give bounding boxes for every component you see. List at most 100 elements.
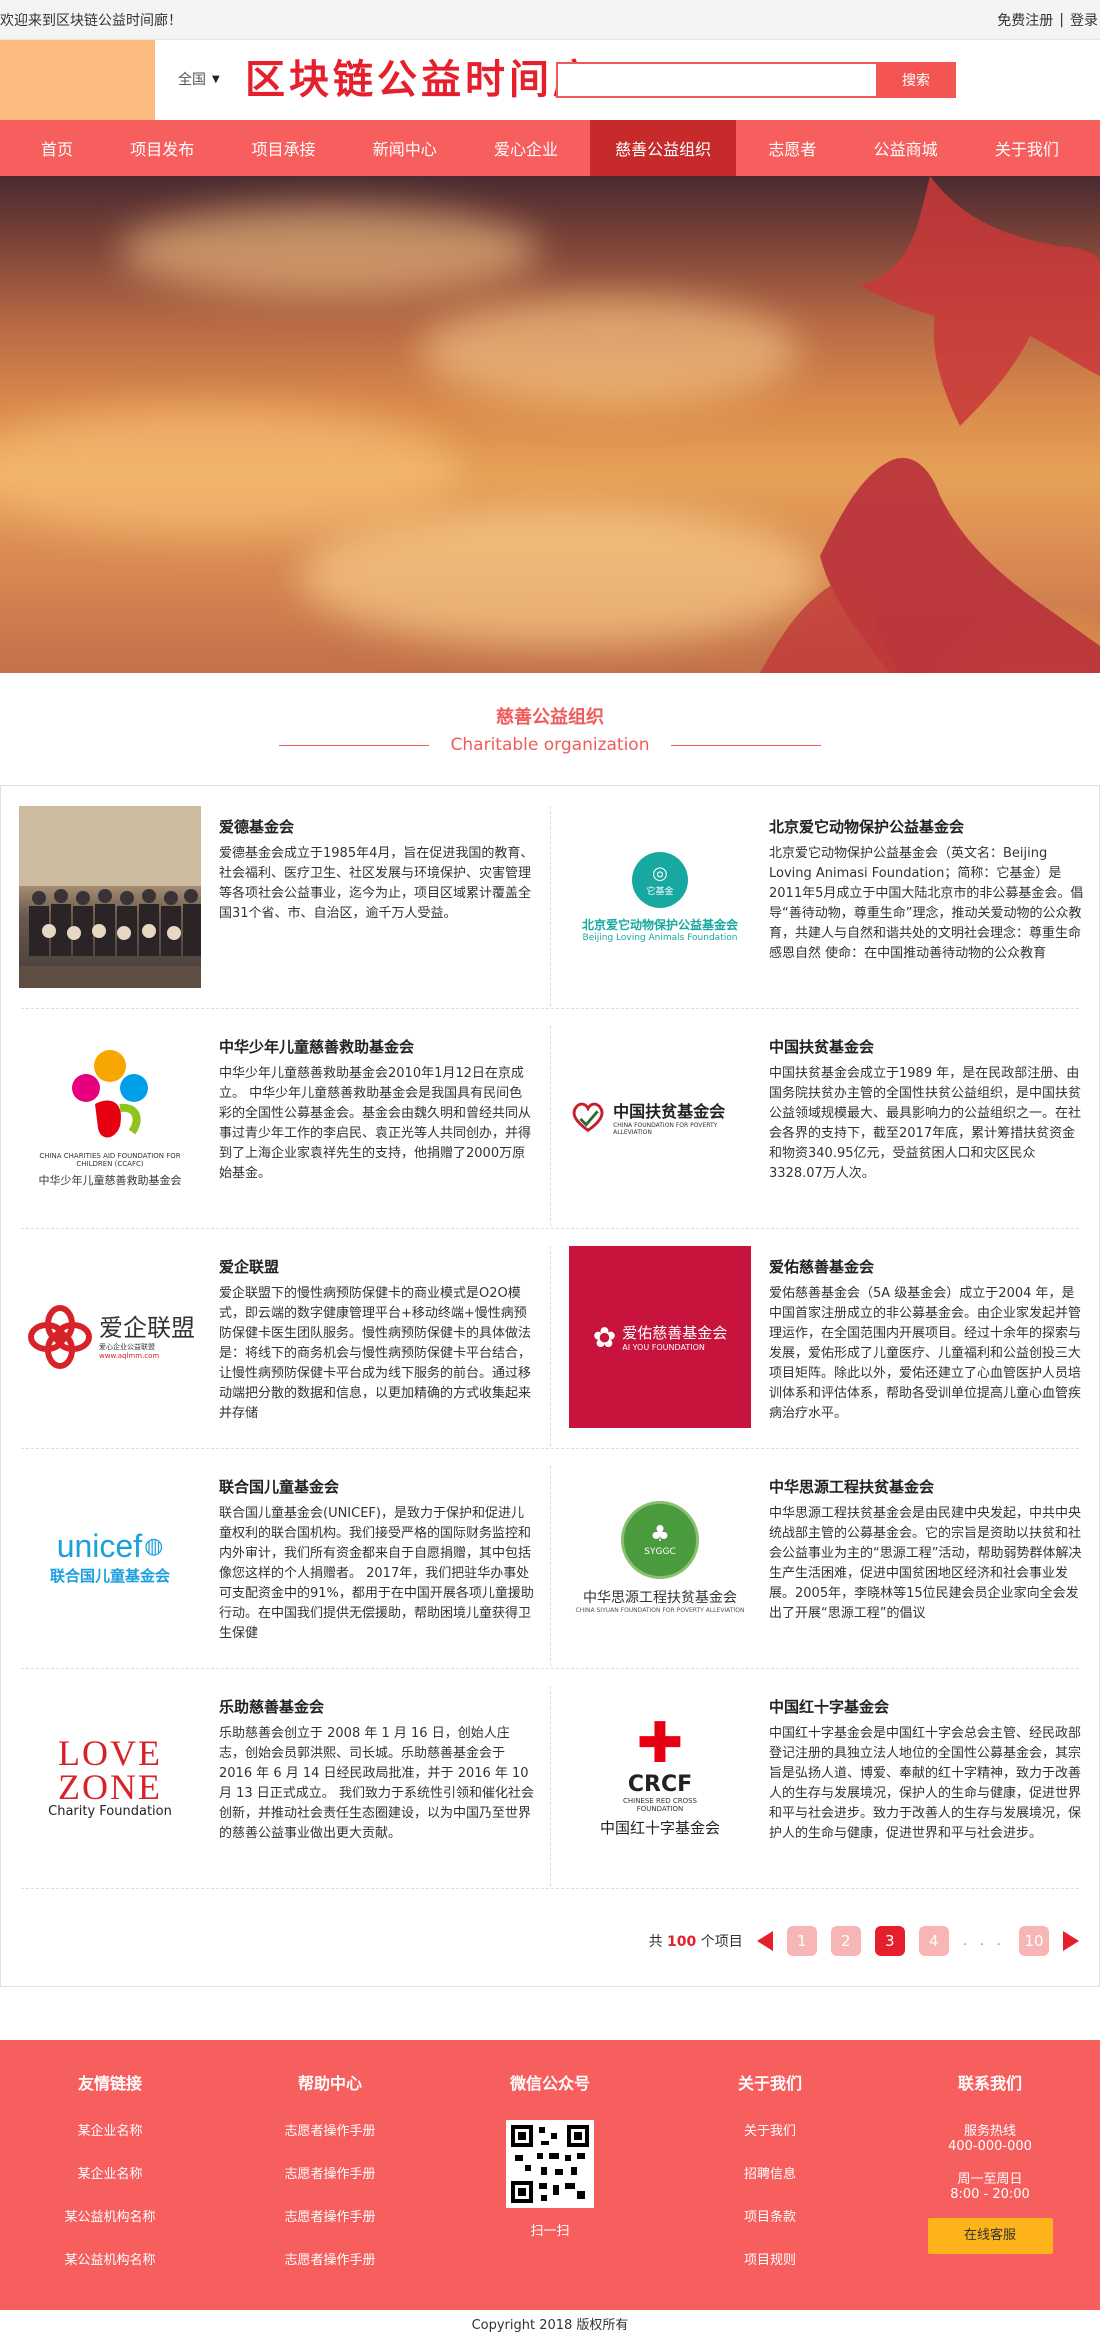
footer-col-title: 微信公众号 (509, 2074, 590, 2093)
nav-item-project-undertake[interactable]: 项目承接 (226, 120, 340, 176)
org-name[interactable]: 联合国儿童基金会 (219, 1476, 339, 1497)
nav-item-project-publish[interactable]: 项目发布 (105, 120, 219, 176)
scan-label: 扫一扫 (530, 2224, 570, 2239)
org-name[interactable]: 北京爱它动物保护公益基金会 (769, 816, 964, 837)
footer-link[interactable]: 关于我们 (670, 2120, 870, 2139)
logo-url: www.aqlmm.com (99, 1352, 160, 1360)
logo-placeholder[interactable] (0, 40, 155, 120)
org-desc: 爱德基金会成立于1985年4月，旨在促进我国的教育、社会福利、医疗卫生、社区发展… (219, 846, 534, 921)
org-card[interactable]: 中国扶贫基金会 CHINA FOUNDATION FOR POVERTY ALL… (569, 1006, 1099, 1206)
logo-text-cn: 中华思源工程扶贫基金会 (583, 1589, 737, 1606)
pagination: 共 100 个项目 1 2 3 4 . . . 10 (649, 1926, 1079, 1956)
org-photo (19, 806, 201, 988)
org-name[interactable]: 中华思源工程扶贫基金会 (769, 1476, 934, 1497)
flower-icon: ✿ (592, 1320, 617, 1354)
section-title-cn: 慈善公益组织 (496, 707, 604, 728)
org-list: 爱德基金会 爱德基金会成立于1985年4月，旨在促进我国的教育、社会福利、医疗卫… (0, 785, 1100, 1987)
online-service-button[interactable]: 在线客服 (927, 2218, 1053, 2254)
footer-link[interactable]: 招聘信息 (670, 2163, 870, 2182)
region-select[interactable]: 全国 ▼ (178, 69, 220, 89)
red-cross-icon: ✚ (636, 1711, 684, 1776)
footer-link[interactable]: 志愿者操作手册 (230, 2120, 430, 2139)
zone-wordmark: ZONE (58, 1766, 162, 1807)
org-card[interactable]: ✚ CRCF CHINESE RED CROSS FOUNDATION 中国红十… (569, 1666, 1099, 1866)
org-logo: ✚ CRCF CHINESE RED CROSS FOUNDATION 中国红十… (569, 1686, 751, 1868)
caret-down-icon: ▼ (212, 73, 220, 85)
account-links: 免费注册 | 登录 (997, 10, 1100, 30)
footer-contact: 联系我们 服务热线 400-000-000 周一至周日 8:00 - 20:00… (890, 2070, 1090, 2254)
page-button-current[interactable]: 3 (874, 1926, 905, 1956)
org-name[interactable]: 中国红十字基金会 (769, 1696, 889, 1717)
org-name[interactable]: 爱佑慈善基金会 (769, 1256, 874, 1277)
site-brand: 区块链公益时间廊 (245, 56, 597, 103)
footer-friend-links: 友情链接 某企业名称 某企业名称 某公益机构名称 某公益机构名称 (10, 2070, 210, 2292)
org-logo: ✿ 爱佑慈善基金会 AI YOU FOUNDATION (569, 1246, 751, 1428)
unicef-wordmark: unicef (56, 1528, 143, 1564)
org-name[interactable]: 乐助慈善基金会 (219, 1696, 324, 1717)
group-photo-image (19, 806, 201, 988)
logo-text-cn: 北京爱它动物保护公益基金会 (581, 917, 738, 932)
org-card[interactable]: unicef ◍ 联合国儿童基金会 联合国儿童基金会 联合国儿童基金会(UNIC… (19, 1446, 549, 1646)
footer-link[interactable]: 某公益机构名称 (10, 2206, 210, 2225)
search-input[interactable] (556, 62, 876, 98)
org-desc: 中华少年儿童慈善救助基金会2010年1月12日在京成立。 中华少年儿童慈善救助基… (219, 1066, 532, 1181)
footer-link[interactable]: 某企业名称 (10, 2163, 210, 2182)
page-button[interactable]: 1 (786, 1926, 817, 1956)
org-logo: 爱企联盟 爱心企业公益联盟 www.aqlmm.com (19, 1246, 201, 1428)
login-link[interactable]: 登录 (1070, 10, 1098, 30)
footer-link[interactable]: 志愿者操作手册 (230, 2206, 430, 2225)
org-name[interactable]: 中华少年儿童慈善救助基金会 (219, 1036, 414, 1057)
logo-text-en: Charity Foundation (48, 1803, 172, 1819)
nav-item-charities[interactable]: 慈善公益组织 (590, 120, 737, 176)
love-wordmark: LOVE (58, 1732, 162, 1773)
org-card[interactable]: LOVE ZONE Charity Foundation 乐助慈善基金会 乐助慈… (19, 1666, 549, 1866)
hotline-label: 服务热线 (963, 2124, 1016, 2139)
nav-item-home[interactable]: 首页 (16, 120, 98, 176)
org-logo: ◎ 它基金 北京爱它动物保护公益基金会 Beijing Loving Animal… (569, 806, 751, 988)
org-logo: unicef ◍ 联合国儿童基金会 (19, 1466, 201, 1648)
page-button[interactable]: 2 (830, 1926, 861, 1956)
org-card[interactable]: ◎ 它基金 北京爱它动物保护公益基金会 Beijing Loving Animal… (569, 786, 1099, 986)
register-link[interactable]: 免费注册 (997, 10, 1053, 30)
org-card[interactable]: ♣ SYGGC 中华思源工程扶贫基金会 CHINA SIYUAN FOUNDATI… (569, 1446, 1099, 1646)
nav-item-news[interactable]: 新闻中心 (348, 120, 462, 176)
logo-subtext: 爱心企业公益联盟 (99, 1343, 155, 1351)
org-name[interactable]: 爱企联盟 (219, 1256, 279, 1277)
nav-item-about[interactable]: 关于我们 (970, 120, 1084, 176)
org-name[interactable]: 爱德基金会 (219, 816, 294, 837)
nav-item-volunteers[interactable]: 志愿者 (743, 120, 841, 176)
footer-about: 关于我们 关于我们 招聘信息 项目条款 项目规则 (670, 2070, 870, 2292)
search-button[interactable]: 搜索 (876, 62, 956, 98)
org-logo: CHINA CHARITIES AID FOUNDATION FOR CHILD… (19, 1026, 201, 1208)
org-card[interactable]: ✿ 爱佑慈善基金会 AI YOU FOUNDATION 爱佑慈善基金会 爱佑慈善… (569, 1226, 1099, 1428)
divider-right (671, 744, 822, 746)
logo-text-cn: 联合国儿童基金会 (49, 1567, 170, 1585)
logo-text-cn: 爱企联盟 (99, 1314, 195, 1342)
org-card[interactable]: 爱企联盟 爱心企业公益联盟 www.aqlmm.com 爱企联盟 爱企联盟下的慢… (19, 1226, 549, 1426)
footer-link[interactable]: 某企业名称 (10, 2120, 210, 2139)
org-name[interactable]: 中国扶贫基金会 (769, 1036, 874, 1057)
poverty-foundation-heart-icon (572, 1102, 604, 1133)
org-card[interactable]: 爱德基金会 爱德基金会成立于1985年4月，旨在促进我国的教育、社会福利、医疗卫… (19, 786, 549, 988)
footer-link[interactable]: 某公益机构名称 (10, 2249, 210, 2268)
nav-item-mall[interactable]: 公益商城 (849, 120, 963, 176)
nav-item-caring-companies[interactable]: 爱心企业 (469, 120, 583, 176)
next-page-icon[interactable] (1063, 1931, 1079, 1951)
page-button[interactable]: 4 (918, 1926, 949, 1956)
hotline-number: 400-000-000 (948, 2139, 1032, 2154)
copyright: Copyright 2018 版权所有 (0, 2310, 1100, 2341)
footer-link[interactable]: 志愿者操作手册 (230, 2163, 430, 2182)
page-button[interactable]: 10 (1019, 1926, 1049, 1956)
footer-link[interactable]: 项目规则 (670, 2249, 870, 2268)
prev-page-icon[interactable] (756, 1931, 773, 1951)
org-desc: 爱企联盟下的慢性病预防保健卡的商业模式是O2O模式，即云端的数字健康管理平台+移… (219, 1286, 532, 1421)
footer-help-center: 帮助中心 志愿者操作手册 志愿者操作手册 志愿者操作手册 志愿者操作手册 (230, 2070, 430, 2292)
org-card[interactable]: CHINA CHARITIES AID FOUNDATION FOR CHILD… (19, 1006, 549, 1206)
hours-label: 周一至周日 (957, 2172, 1023, 2187)
org-logo: 中国扶贫基金会 CHINA FOUNDATION FOR POVERTY ALL… (569, 1026, 751, 1208)
logo-text-en: AI YOU FOUNDATION (622, 1343, 705, 1352)
org-desc: 乐助慈善会创立于 2008 年 1 月 16 日，创始人庄志，创始会员郭洪熙、司… (219, 1726, 534, 1841)
footer-link[interactable]: 志愿者操作手册 (230, 2249, 430, 2268)
footer-link[interactable]: 项目条款 (670, 2206, 870, 2225)
qr-code-icon (506, 2120, 594, 2208)
